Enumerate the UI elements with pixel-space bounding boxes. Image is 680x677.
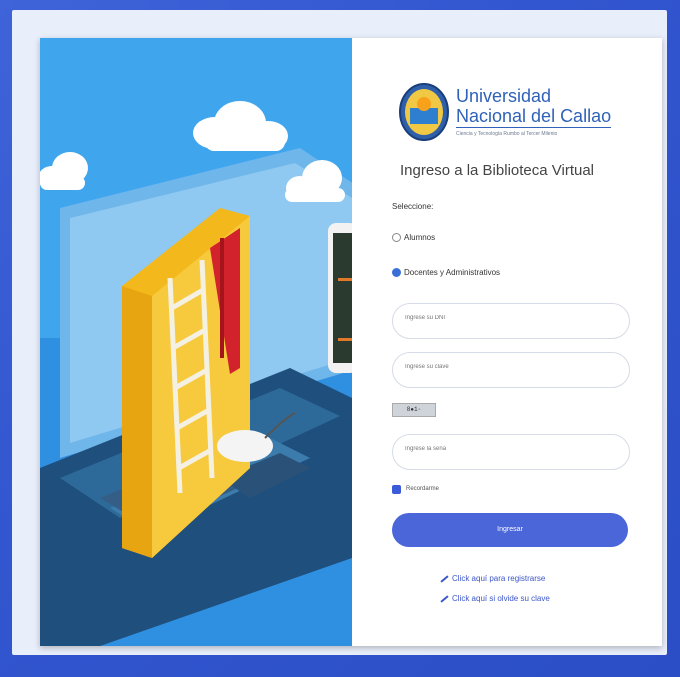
page-title: Ingreso a la Biblioteca Virtual [400,162,595,179]
radio-students-label: Alumnos [404,233,436,242]
captcha-image: 8●1◦ [392,403,436,417]
university-name-line2: Nacional del Callao [456,106,612,126]
password-input[interactable] [403,363,607,371]
select-label: Seleccione: [392,202,434,211]
radio-staff-control[interactable] [392,268,401,278]
university-name-line1: Universidad [456,86,552,106]
mouse-icon [217,430,273,462]
captcha-input[interactable] [403,445,607,453]
radio-staff[interactable]: Docentes y Administrativos [392,268,501,278]
library-illustration [40,38,352,646]
radio-students[interactable]: Alumnos [392,233,436,243]
register-link[interactable]: Click aquí para registrarse [440,574,545,583]
remember-label: Recordarme [406,486,440,492]
radio-staff-label: Docentes y Administrativos [404,268,501,277]
forgot-password-link[interactable]: Click aquí si olvide su clave [440,594,550,603]
remember-checkbox[interactable] [392,485,401,494]
dni-input[interactable] [403,314,607,322]
password-field[interactable] [392,352,630,388]
university-logo: Universidad Nacional del Callao Ciencia … [398,82,612,142]
radio-students-control[interactable] [392,233,401,243]
register-link-label: Click aquí para registrarse [452,574,546,583]
pencil-icon [440,595,449,603]
captcha-field[interactable] [392,434,630,470]
forgot-password-link-label: Click aquí si olvide su clave [452,594,550,603]
pencil-icon [440,575,449,583]
university-tagline: Ciencia y Tecnología Rumbo al Tercer Mil… [456,127,612,138]
illustration-graphic [40,38,352,646]
login-panel: Universidad Nacional del Callao Ciencia … [352,38,662,646]
submit-button[interactable]: Ingresar [392,513,628,547]
university-seal-icon [399,83,449,141]
login-card: Universidad Nacional del Callao Ciencia … [40,38,662,646]
dni-field[interactable] [392,303,630,339]
